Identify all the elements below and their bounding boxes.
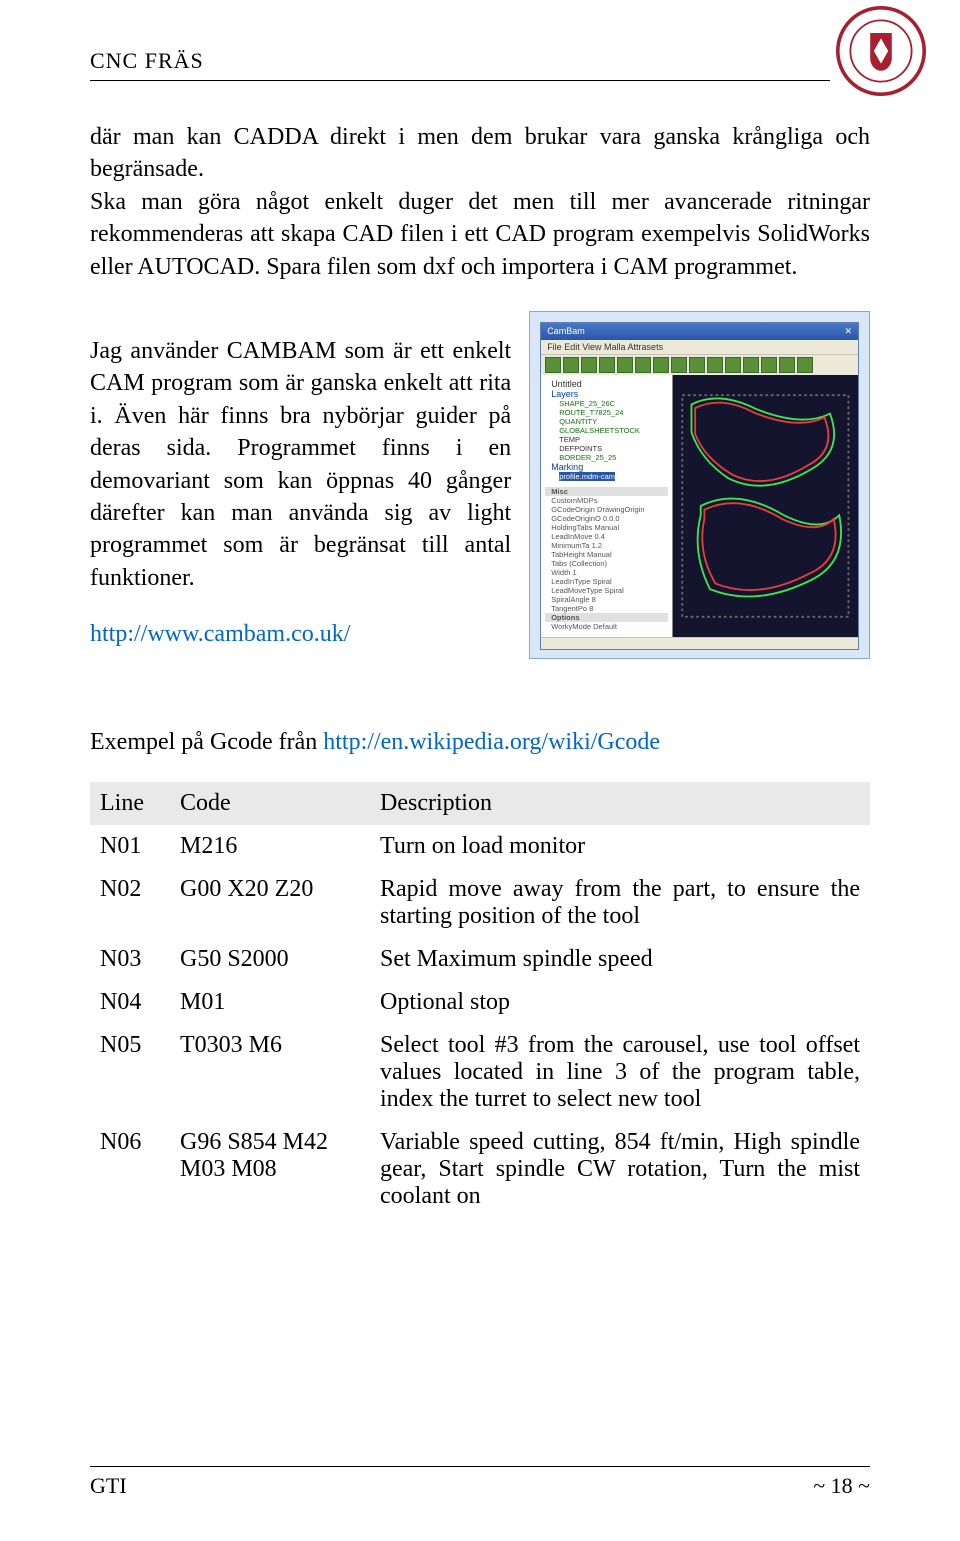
close-icon: ✕ [844,326,852,337]
cambam-titlebar: CamBam ✕ [541,323,858,340]
cambam-link[interactable]: http://www.cambam.co.uk/ [90,618,511,650]
certification-badge-icon [836,6,926,96]
table-row: N05 T0303 M6 Select tool #3 from the car… [90,1024,870,1121]
table-row: N06 G96 S854 M42 M03 M08 Variable speed … [90,1121,870,1218]
table-row: N04 M01 Optional stop [90,981,870,1024]
gcode-wikipedia-link[interactable]: http://en.wikipedia.org/wiki/Gcode [323,729,660,755]
cambam-menubar: File Edit View Malla Attrasets [541,340,858,354]
footer-left: GTI [90,1473,127,1499]
body-paragraph-1: där man kan CADDA direkt i men dem bruka… [90,121,870,186]
cambam-screenshot: CamBam ✕ File Edit View Malla Attrasets … [529,311,870,659]
footer-page-number: ~ 18 ~ [813,1473,870,1499]
table-row: N01 M216 Turn on load monitor [90,825,870,868]
gcode-table: Line Code Description N01 M216 Turn on l… [90,782,870,1218]
table-row: N03 G50 S2000 Set Maximum spindle speed [90,938,870,981]
table-header-desc: Description [370,782,870,825]
table-header-code: Code [170,782,370,825]
body-paragraph-2: Ska man göra något enkelt duger det men … [90,186,870,283]
cambam-title-text: CamBam [547,326,585,336]
gcode-heading: Exempel på Gcode från http://en.wikipedi… [90,729,870,756]
cambam-tree-panel: Untitled Layers SHAPE_25_26C ROUTE_T7825… [541,375,673,637]
doc-title: CNC FRÄS [90,48,830,81]
cambam-canvas [673,375,858,637]
table-row: N02 G00 X20 Z20 Rapid move away from the… [90,868,870,938]
table-header-line: Line [90,782,170,825]
cambam-toolbar [541,354,858,375]
cambam-paragraph: Jag använder CAMBAM som är ett enkelt CA… [90,335,511,594]
